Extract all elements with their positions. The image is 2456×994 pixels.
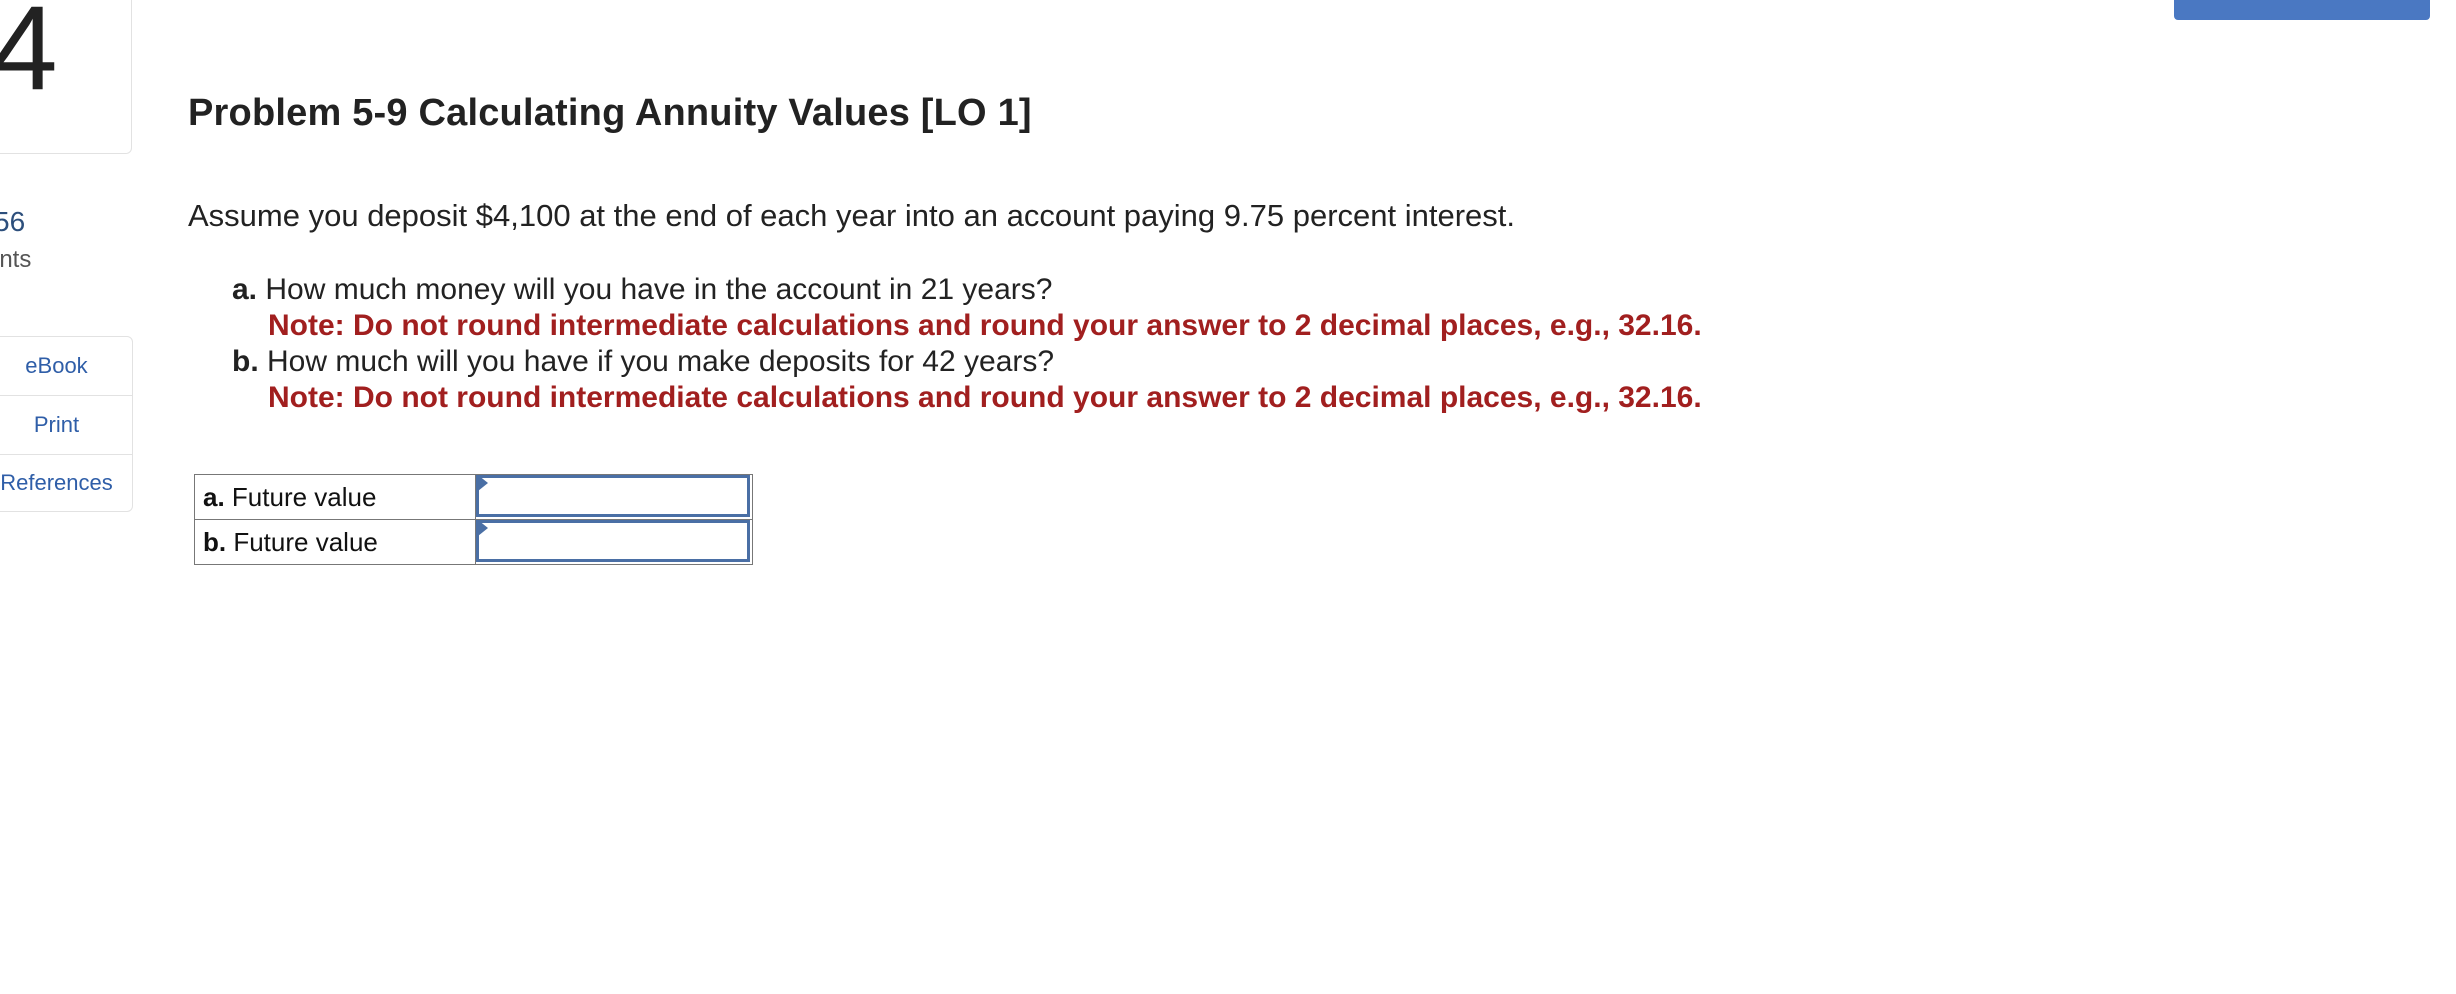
tools-panel: eBook Print References (0, 336, 133, 512)
part-b-question: b. How much will you have if you make de… (232, 344, 1702, 380)
cell-marker-icon (478, 520, 488, 536)
print-link[interactable]: Print (0, 396, 132, 455)
part-a-letter: a. (232, 273, 258, 306)
answer-row-b: b. Future value (194, 519, 753, 565)
question-number: 4 (0, 0, 58, 115)
answer-a-letter: a. (203, 481, 225, 512)
cell-marker-icon (478, 475, 488, 491)
answer-a-cell (475, 474, 753, 520)
part-a-note: Note: Do not round intermediate calculat… (268, 309, 1702, 342)
part-a-question: a. How much money will you have in the a… (232, 272, 1702, 308)
future-value-b-input[interactable] (476, 520, 750, 562)
future-value-a-input[interactable] (476, 475, 750, 517)
answer-a-label: a. Future value (194, 474, 476, 520)
part-b-letter: b. (232, 345, 259, 378)
part-b-text: How much will you have if you make depos… (267, 345, 1055, 378)
question-number-card: 4 (0, 0, 132, 154)
problem-title: Problem 5-9 Calculating Annuity Values [… (188, 92, 1032, 134)
answer-b-letter: b. (203, 526, 227, 557)
problem-intro: Assume you deposit $4,100 at the end of … (188, 198, 1515, 233)
ebook-link[interactable]: eBook (0, 337, 132, 396)
part-b-note: Note: Do not round intermediate calculat… (268, 381, 1702, 414)
references-link[interactable]: References (0, 455, 132, 511)
answer-b-text: Future value (233, 526, 378, 557)
answer-table: a. Future value b. Future value (194, 474, 753, 565)
top-action-button[interactable] (2174, 0, 2430, 20)
answer-b-cell (475, 519, 753, 565)
problem-parts: a. How much money will you have in the a… (232, 272, 1702, 416)
page: 4 56 ints eBook Print References Problem… (0, 0, 2456, 994)
answer-row-a: a. Future value (194, 474, 753, 520)
points-label: ints (0, 246, 32, 273)
points-value: 56 (0, 206, 26, 237)
answer-a-text: Future value (231, 481, 377, 512)
part-a-text: How much money will you have in the acco… (265, 273, 1053, 306)
answer-b-label: b. Future value (194, 519, 476, 565)
